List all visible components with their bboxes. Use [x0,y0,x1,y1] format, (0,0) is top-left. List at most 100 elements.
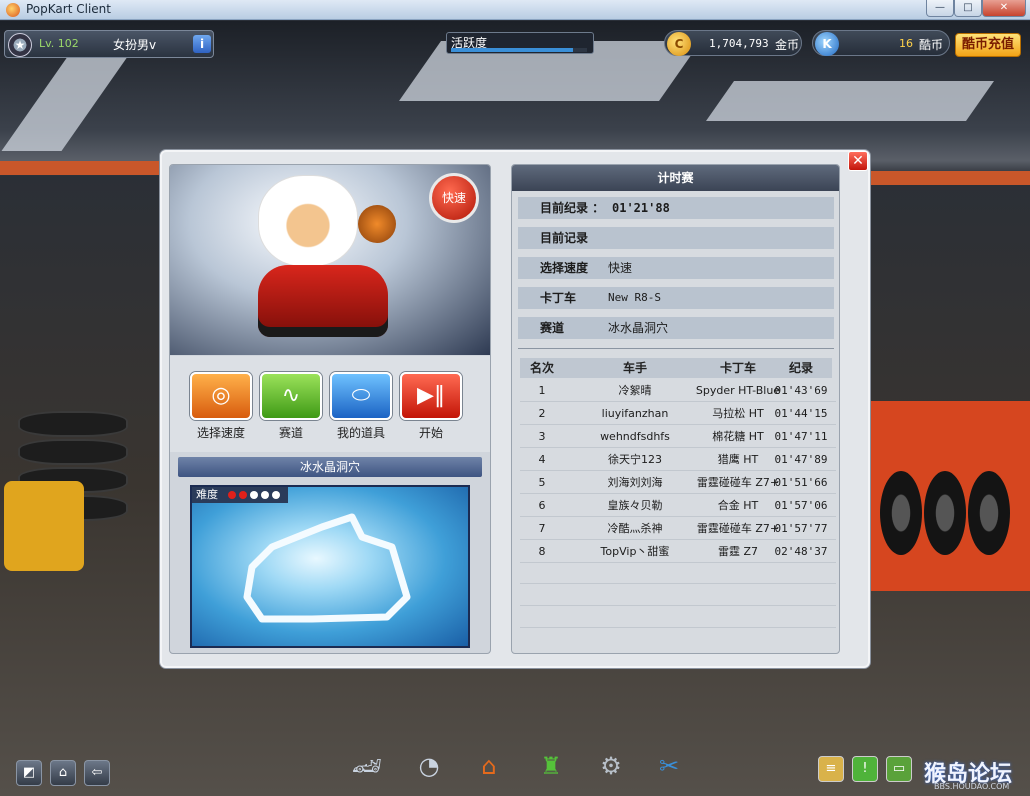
garage-icon[interactable]: ⌂ [466,744,512,788]
driver-header: 车手 [622,361,647,375]
time-cell: 01'57'06 [774,499,828,512]
kcoin-balance: K 16 酷币 [812,30,950,56]
rank-cell: 1 [538,384,546,397]
chat-icon[interactable]: ▭ [886,756,912,782]
wall-stripe [0,161,160,175]
driver-cell: TopVip丶甜蜜 [600,545,670,558]
rank-header: 名次 [529,361,554,375]
main-dock: 🏎 ◔ ⌂ ♜ ⚙ ✂ [336,744,694,790]
minimize-button[interactable]: — [926,0,954,17]
kcoin-unit: 酷币 [919,38,944,52]
info-icon[interactable]: i [193,35,211,53]
driver-cell: wehndfsdhfs [600,430,670,443]
track-label: 赛道 [278,426,303,440]
shop-icon[interactable]: ♜ [528,744,574,788]
speed-label: 选择速度 [540,261,589,275]
track-row-value: 冰水晶洞穴 [608,321,669,335]
divider [518,348,834,349]
empty-row [520,606,836,628]
track-button[interactable]: ∿ [260,372,322,420]
watermark-url: BBS.HOUDAO.COM [934,782,1010,791]
popkart-app-icon [6,3,20,17]
avatar-button[interactable]: ◩ [16,760,42,786]
track-path [243,513,411,623]
ranking-row: 7 冷酷灬杀神 雷霆碰碰车 Z7+ 01'57'77 [520,518,836,540]
notes-icon[interactable]: ≡ [818,756,844,782]
kcoin-amount: 16 [899,37,913,50]
window-titlebar: PopKart Client — □ ✕ [0,0,1030,20]
speed-badge[interactable]: 快速 [429,173,479,223]
track-map[interactable]: 难度 [190,485,470,648]
ranking-row: 1 冷絮晴 Spyder HT-Blue 01'43'69 [520,380,836,402]
rank-cell: 2 [538,407,546,420]
pet-avatar [358,205,396,243]
driver-cell: 冷絮晴 [618,384,652,397]
engine-icon[interactable]: ⚙ [588,744,634,788]
player-level: Lv. 102 [39,37,79,50]
kart-icon[interactable]: 🏎 [344,744,390,788]
player-info-bar: ★ Lv. 102 女扮男v i [4,30,214,58]
close-window-button[interactable]: ✕ [982,0,1026,17]
player-nickname[interactable]: 女扮男v [113,36,156,53]
kcoin-icon: K [815,32,839,56]
coin-unit: 金币 [775,38,800,52]
time-cell: 01'47'11 [774,430,828,443]
back-icon[interactable]: ⇦ [84,760,110,786]
play-icon: ▶‖ [417,383,445,408]
character-avatar [258,175,358,267]
ranking-row: 8 TopVip丶甜蜜 雷霆 Z7 02'48'37 [520,541,836,563]
best-record-value: 01'21'88 [612,201,670,215]
select-speed-label: 选择速度 [196,426,245,440]
time-cell: 01'51'66 [774,476,828,489]
alert-icon[interactable]: ! [852,756,878,782]
time-header: 纪录 [788,361,813,375]
my-items-button[interactable]: ⬭ [330,372,392,420]
window-title: PopKart Client [26,2,111,16]
close-icon[interactable]: ✕ [848,151,868,171]
time-cell: 01'47'89 [774,453,828,466]
maximize-button[interactable]: □ [954,0,982,17]
time-cell: 01'57'77 [774,522,828,535]
activity-meter: 活跃度 [446,32,594,54]
start-label: 开始 [418,426,443,440]
rank-cell: 6 [538,499,546,512]
rank-cell: 8 [538,545,546,558]
track-icon: ∿ [281,383,301,408]
empty-row [520,562,836,584]
cable-reel [4,481,84,571]
tools-icon[interactable]: ✂ [646,744,692,788]
ceiling-light [705,81,995,121]
speed-gauge-icon: ◎ [211,383,231,408]
kart-label: 卡丁车 [540,291,577,305]
activity-bar [451,48,587,52]
items-icon: ⬭ [351,383,371,408]
best-record-row: 目前纪录 ： 01'21'88 [518,197,834,219]
select-speed-button[interactable]: ◎ [190,372,252,420]
ranking-row: 3 wehndfsdhfs 棉花糖 HT 01'47'11 [520,426,836,448]
track-row: 赛道 冰水晶洞穴 [518,317,834,339]
coin-balance: C 1,704,793 金币 [664,30,802,56]
coin-amount: 1,704,793 [709,37,769,50]
rank-badge-icon[interactable]: ★ [8,33,32,57]
driver-cell: 皇族々贝勒 [607,499,663,512]
best-record-label: 目前纪录 ： [540,201,605,215]
recharge-button[interactable]: 酷币充值 [955,33,1021,57]
driver-cell: 徐天宁123 [608,453,662,466]
my-items-label: 我的道具 [336,426,385,440]
driver-cell: 冷酷灬杀神 [607,522,663,535]
time-trial-title: 计时赛 [512,165,839,191]
start-button[interactable]: ▶‖ [400,372,462,420]
wall-stripe [870,171,1030,185]
kart-preview [258,265,388,337]
rank-cell: 7 [538,522,546,535]
speedometer-icon[interactable]: ◔ [406,744,452,788]
ranking-row: 2 liuyifanzhan 马拉松 HT 01'44'15 [520,403,836,425]
driver-cell: 刘海刘刘海 [607,476,663,489]
rank-cell: 5 [538,476,546,489]
current-record-label: 目前记录 [540,231,589,245]
home-icon[interactable]: ⌂ [50,760,76,786]
ranking-row: 5 刘海刘刘海 雷霆碰碰车 Z7+ 01'51'66 [520,472,836,494]
kart-row: 卡丁车 New R8-S [518,287,834,309]
rank-cell: 3 [538,430,546,443]
ranking-header: 名次 车手 卡丁车 纪录 [520,358,832,378]
